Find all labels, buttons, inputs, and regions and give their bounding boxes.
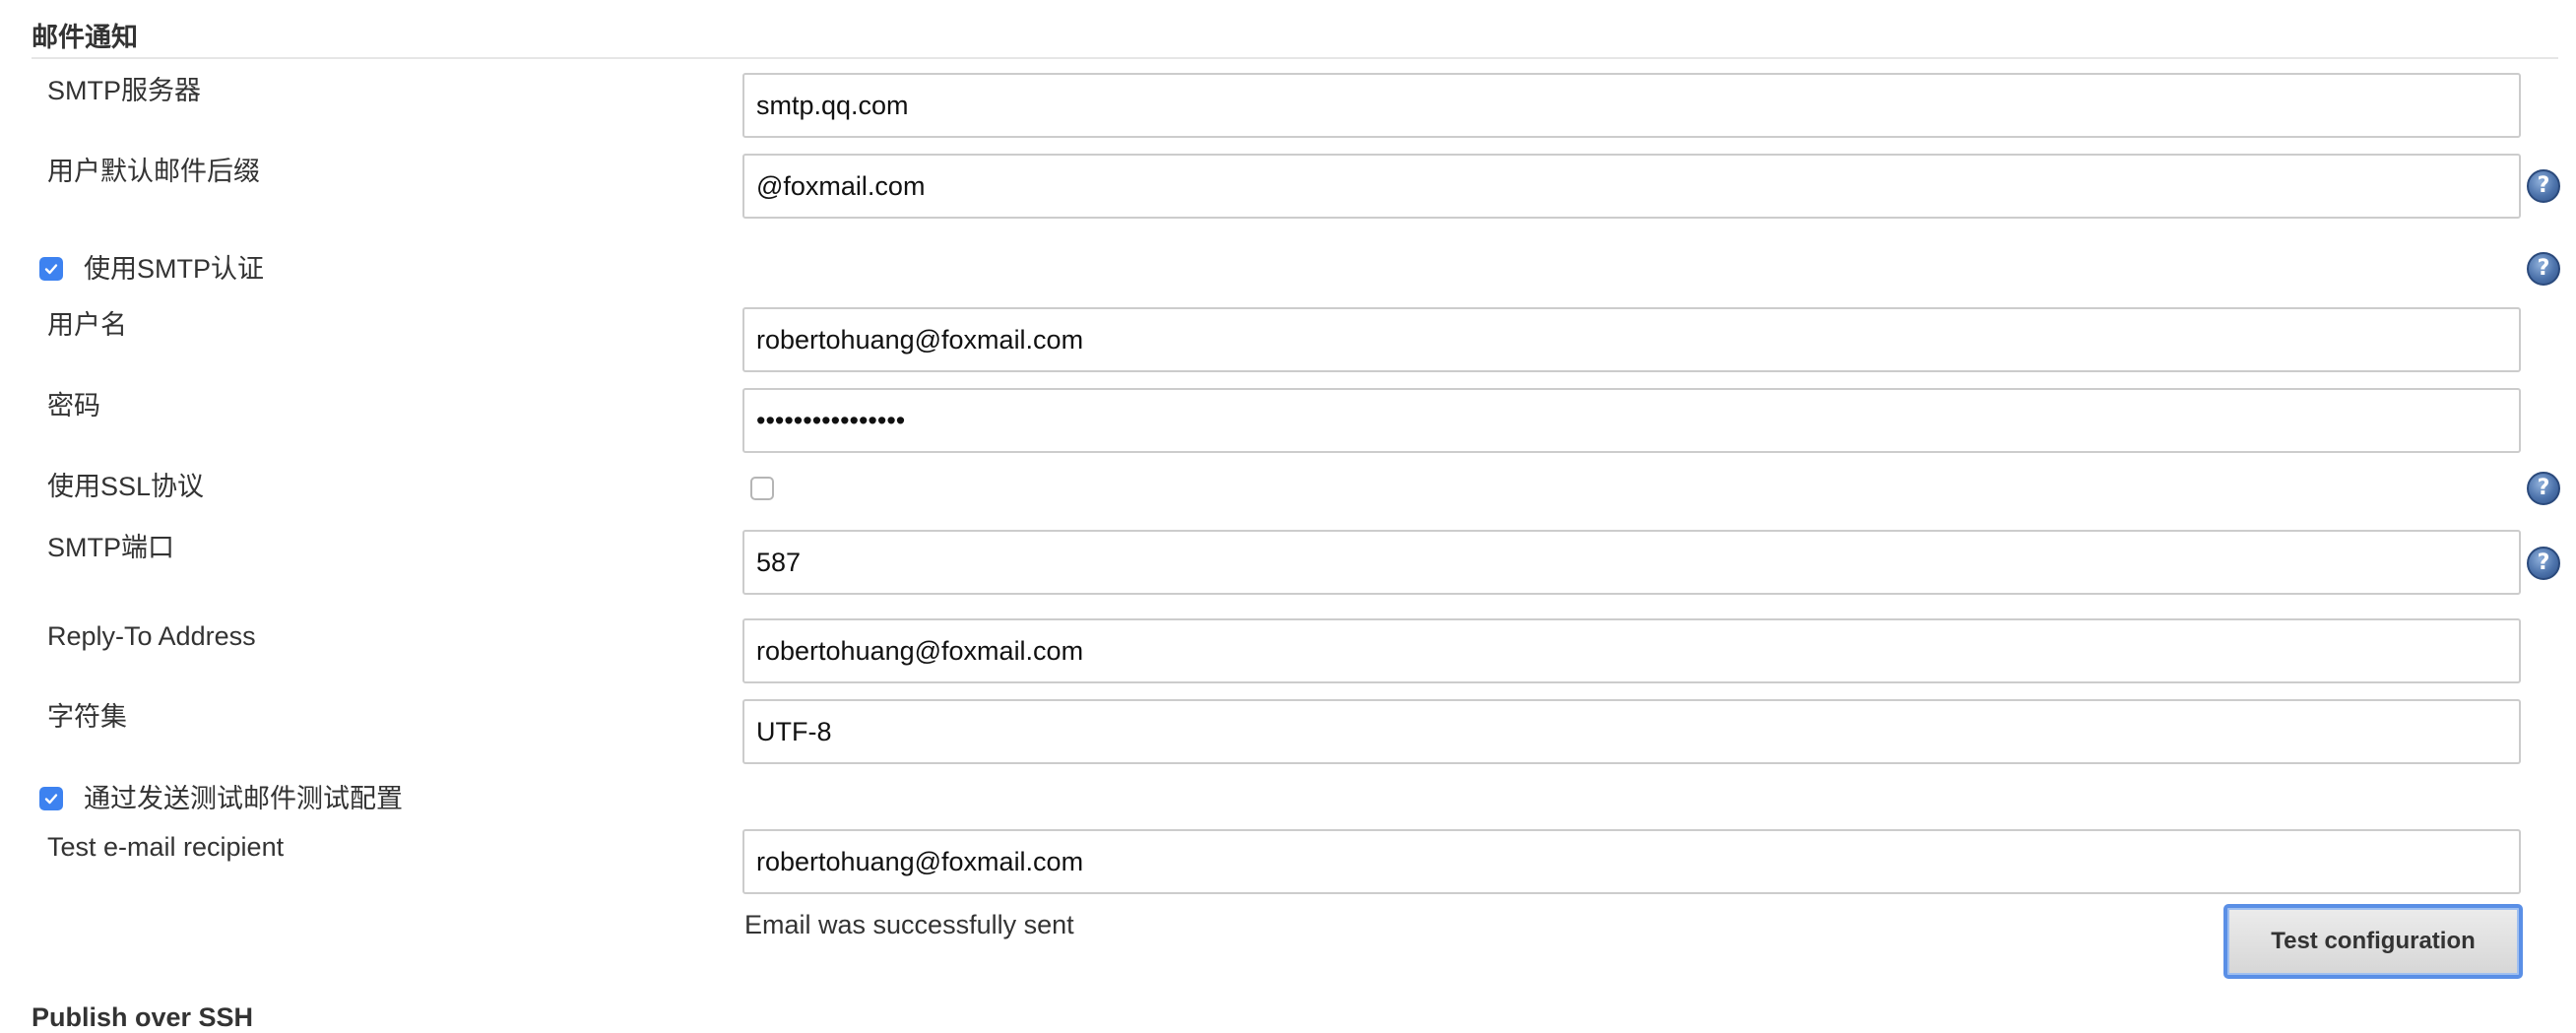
- default-suffix-input[interactable]: [742, 154, 2521, 219]
- password-label: 密码: [47, 391, 100, 420]
- next-section-title: Publish over SSH: [32, 1002, 254, 1032]
- section-header: 邮件通知: [32, 14, 2558, 59]
- smtp-port-input[interactable]: [742, 530, 2521, 595]
- use-ssl-label: 使用SSL协议: [47, 472, 205, 501]
- charset-label: 字符集: [47, 702, 127, 732]
- use-smtp-auth-label: 使用SMTP认证: [84, 254, 265, 284]
- username-input[interactable]: [742, 307, 2521, 372]
- help-icon[interactable]: ?: [2527, 252, 2560, 286]
- test-by-email-checkbox[interactable]: [39, 787, 63, 810]
- use-smtp-auth-checkbox[interactable]: [39, 257, 63, 281]
- reply-to-label: Reply-To Address: [47, 621, 256, 651]
- status-message: Email was successfully sent: [744, 910, 1074, 939]
- smtp-server-label: SMTP服务器: [47, 76, 202, 105]
- help-icon[interactable]: ?: [2527, 472, 2560, 505]
- test-recipient-label: Test e-mail recipient: [47, 832, 285, 862]
- help-icon[interactable]: ?: [2527, 169, 2560, 203]
- username-label: 用户名: [47, 310, 127, 340]
- test-configuration-button[interactable]: Test configuration: [2223, 904, 2523, 979]
- checkmark-icon: [44, 794, 58, 805]
- test-by-email-label: 通过发送测试邮件测试配置: [84, 784, 403, 813]
- use-smtp-auth-row: 使用SMTP认证: [39, 251, 264, 287]
- test-by-email-row: 通过发送测试邮件测试配置: [39, 781, 403, 816]
- test-recipient-input[interactable]: [742, 829, 2521, 894]
- default-suffix-label: 用户默认邮件后缀: [47, 157, 260, 186]
- password-input[interactable]: [742, 388, 2521, 453]
- use-ssl-checkbox[interactable]: [750, 477, 774, 500]
- section-title: 邮件通知: [32, 23, 138, 52]
- smtp-port-label: SMTP端口: [47, 533, 175, 562]
- help-icon[interactable]: ?: [2527, 547, 2560, 580]
- checkmark-icon: [44, 264, 58, 275]
- charset-input[interactable]: [742, 699, 2521, 764]
- reply-to-input[interactable]: [742, 618, 2521, 683]
- smtp-server-input[interactable]: [742, 73, 2521, 138]
